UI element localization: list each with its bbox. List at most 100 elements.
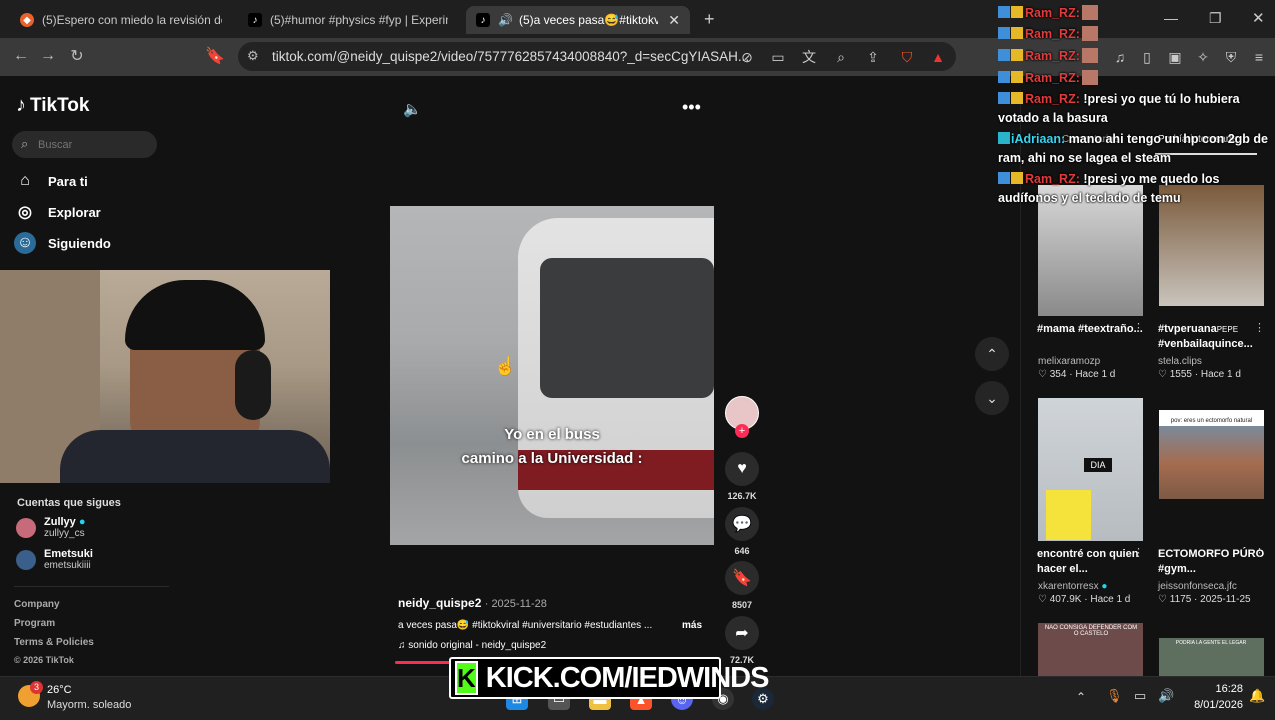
zoom-icon[interactable]: ⌕ (832, 48, 850, 66)
heart-icon[interactable]: ♥ (725, 452, 759, 486)
chat-user: Ram_RZ: (1025, 71, 1080, 85)
speaker-icon[interactable]: 🔊 (1158, 688, 1174, 704)
share-action[interactable]: ➦ 72.7K (724, 616, 760, 665)
clock-time[interactable]: 16:28 (1187, 683, 1243, 695)
comment-action[interactable]: 💬 646 (724, 507, 760, 556)
close-tab-icon[interactable]: ✕ (668, 12, 680, 29)
related-title-4[interactable]: ECTOMORFO PÚRO #gym... (1158, 547, 1268, 577)
previous-video-button[interactable]: ⌃ (975, 337, 1009, 371)
follow-plus-icon[interactable]: + (735, 424, 749, 438)
next-video-button[interactable]: ⌄ (975, 381, 1009, 415)
video-player[interactable]: Yo en el buss camino a la Universidad : … (390, 206, 714, 545)
video-sound[interactable]: ♫ sonido original - neidy_quispe2 (398, 640, 546, 651)
related-title-1[interactable]: #mama #teextraño... (1037, 322, 1147, 337)
footer-company[interactable]: Company (14, 599, 60, 610)
related-user-4[interactable]: jeissonfonseca.jfc (1158, 581, 1237, 592)
cast-icon[interactable]: ▭ (769, 48, 787, 66)
brave-rewards-icon[interactable]: ▲ (929, 48, 947, 66)
bookmark-icon[interactable]: 🔖 (204, 45, 226, 67)
forward-icon[interactable]: → (37, 45, 59, 67)
tab-3-active[interactable]: ♪ 🔊 (5)a veces pasa😅#tiktokviral ✕ (466, 6, 690, 34)
url-text[interactable]: tiktok.com/@neidy_quispe2/video/75777628… (272, 49, 749, 64)
chat-message: Ram_RZ: !presi yo que tú lo hubiera vota… (998, 90, 1268, 128)
network-icon[interactable]: ▭ (1134, 688, 1146, 704)
reload-icon[interactable]: ↻ (66, 45, 88, 67)
related-user-2[interactable]: stela.clips (1158, 356, 1202, 367)
related-user-1[interactable]: melixaramozp (1038, 356, 1100, 367)
bookmark-icon[interactable]: 🔖 (725, 561, 759, 595)
description-more-link[interactable]: más (682, 620, 702, 631)
video-author[interactable]: neidy_quispe2 · 2025-11-28 (398, 596, 547, 610)
chat-message: Ram_RZ: (998, 47, 1268, 66)
related-title-2-a: #tvperuana (1158, 323, 1217, 335)
weather-temp[interactable]: 26°C (47, 684, 72, 696)
search-box[interactable]: ⌕ (12, 131, 157, 158)
related-title-2-b: #venbailaquince... (1158, 338, 1253, 350)
related-thumb-6[interactable]: PODRIA LA GENTE EL LEGAR (1159, 638, 1264, 676)
chat-user: Ram_RZ: (1025, 172, 1080, 186)
tab-2[interactable]: ♪ (5)#humor #physics #fyp | Experimen (238, 6, 458, 34)
weather-desc[interactable]: Mayorm. soleado (47, 699, 131, 711)
brave-shield-icon[interactable]: ⛉ (898, 48, 916, 66)
no-tracking-icon[interactable]: ⊘ (738, 48, 756, 66)
streamer-badge-icon (998, 27, 1010, 39)
card-more-icon[interactable]: ⋮ (1133, 321, 1144, 334)
related-user-3[interactable]: xkarentorresx ● (1038, 581, 1107, 592)
related-thumb-4[interactable]: pov: eres un ectomorfo natural (1159, 410, 1264, 499)
chat-message: Ram_RZ: (998, 4, 1268, 23)
card-more-icon[interactable]: ⋮ (1133, 546, 1144, 559)
related-thumb-5[interactable]: NAO CONSIGA DEFENDER COM O CASTELO (1038, 623, 1143, 676)
nav-explorar[interactable]: ◎ Explorar (14, 199, 101, 225)
share-icon[interactable]: ⇪ (864, 48, 882, 66)
like-count: 126.7K (727, 491, 757, 501)
tiktok-favicon-icon: ♪ (476, 13, 490, 27)
microphone-icon[interactable]: 🎙 (1106, 688, 1123, 704)
clock-date[interactable]: 8/01/2026 (1179, 699, 1243, 711)
related-title-2[interactable]: #tvperuanaPEPE #venbailaquince... (1158, 322, 1268, 352)
search-input[interactable] (38, 137, 148, 153)
chat-emote-icon (1081, 5, 1098, 20)
chevron-up-icon: ⌃ (986, 345, 998, 362)
like-action[interactable]: ♥ 126.7K (724, 452, 760, 501)
site-settings-icon[interactable]: ⚙ (247, 48, 259, 64)
nav-para-ti-label: Para ti (48, 173, 88, 189)
tray-chevron-up-icon[interactable]: ⌃ (1076, 690, 1086, 704)
tab-1[interactable]: ◆ (5)Espero con miedo la revisión de n (10, 6, 232, 34)
footer-terms[interactable]: Terms & Policies (14, 637, 94, 648)
card-more-icon[interactable]: ⋮ (1254, 546, 1265, 559)
account-emetsuki[interactable]: Emetsuki emetsukiiii (16, 548, 93, 572)
chat-message: iAdriaan: mano ahi tengo un hp con 2gb d… (998, 130, 1268, 168)
home-icon: ⌂ (20, 172, 30, 189)
video-progress-bar[interactable] (395, 661, 455, 664)
nav-para-ti[interactable]: ⌂ Para ti (14, 168, 88, 194)
nav-siguiendo[interactable]: ☺ Siguiendo (14, 230, 111, 256)
video-description: a veces pasa😅 #tiktokviral #universitari… (398, 620, 653, 631)
crown-badge-icon (1011, 6, 1023, 18)
chat-user: Ram_RZ: (1025, 6, 1080, 20)
back-icon[interactable]: ← (10, 45, 32, 67)
sound-name[interactable]: sonido original - neidy_quispe2 (408, 640, 546, 651)
save-action[interactable]: 🔖 8507 (724, 561, 760, 610)
related-title-3[interactable]: encontré con quien hacer el... (1037, 547, 1147, 577)
comment-icon[interactable]: 💬 (725, 507, 759, 541)
crown-badge-icon (1011, 49, 1023, 61)
volume-icon[interactable]: 🔈 (403, 100, 422, 118)
related-time-3: Hace 1 d (1090, 594, 1131, 605)
weather-badge: 3 (30, 681, 43, 694)
share-arrow-icon[interactable]: ➦ (725, 616, 759, 650)
new-tab-button[interactable]: + (704, 9, 715, 30)
related-likes-2: 1555 (1169, 369, 1192, 380)
notification-bell-icon[interactable]: 🔔 (1249, 688, 1265, 704)
brave-favicon-icon: ◆ (20, 13, 34, 27)
cursor-icon: ☝ (494, 356, 517, 376)
footer-program[interactable]: Program (14, 618, 55, 629)
tiktok-logo[interactable]: ♪ TikTok (16, 94, 89, 117)
nav-explorar-label: Explorar (48, 204, 101, 220)
moderator-badge-icon (998, 132, 1010, 144)
translate-icon[interactable]: 文 (800, 48, 818, 66)
account-zullyy[interactable]: Zullyy ● zullyy_cs (16, 516, 86, 540)
card-more-icon[interactable]: ⋮ (1254, 321, 1265, 334)
related-thumb-3[interactable]: DIA (1038, 398, 1143, 541)
author-name[interactable]: neidy_quispe2 (398, 596, 481, 610)
more-options-icon[interactable]: ••• (682, 97, 701, 118)
